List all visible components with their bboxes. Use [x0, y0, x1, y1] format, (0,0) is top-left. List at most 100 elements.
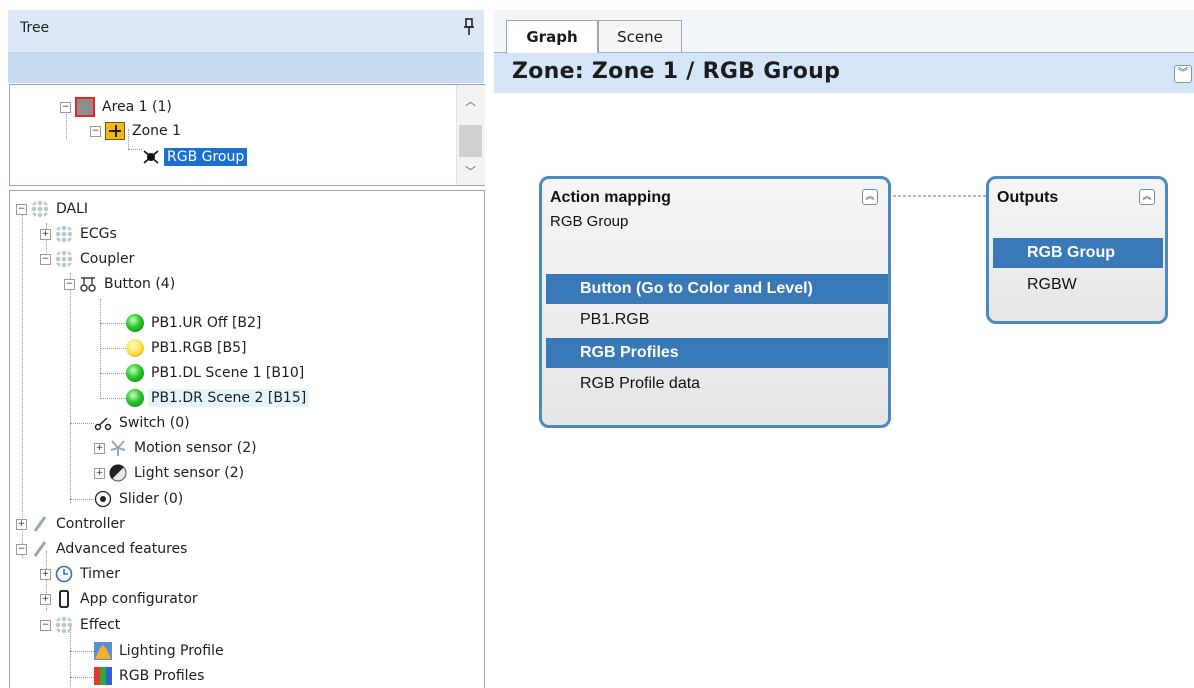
tree-item-pb1-ur-off[interactable]: PB1.UR Off [B2] — [126, 311, 264, 335]
expand-toggle-icon[interactable]: + — [94, 442, 105, 454]
green-led-icon — [126, 314, 144, 332]
lighting-profile-icon — [94, 642, 112, 660]
tree-item-coupler[interactable]: − Coupler — [40, 247, 137, 271]
effect-icon — [55, 616, 73, 634]
tree-item-label: Timer — [80, 566, 121, 582]
tree-panel: Tree − Area 1 (1) − Zone 1 RGB Group ︿ ﹀… — [8, 10, 485, 688]
tree-item-dali[interactable]: − DALI — [16, 197, 91, 221]
tree-item-label: RGB Group — [164, 148, 248, 166]
tree-item-app-configurator[interactable]: + App configurator — [40, 587, 201, 611]
tree-item-advanced-features[interactable]: − Advanced features — [16, 537, 190, 561]
zone-header: Zone: Zone 1 / RGB Group ︾ — [494, 53, 1194, 93]
clock-icon — [55, 565, 73, 583]
collapse-toggle-icon[interactable]: − — [40, 619, 51, 631]
tab-scene[interactable]: Scene — [598, 20, 682, 52]
collapse-toggle-icon[interactable]: − — [40, 253, 51, 265]
controller-icon — [33, 541, 47, 557]
tree-panel-title: Tree — [20, 20, 50, 36]
expand-toggle-icon[interactable]: + — [40, 228, 51, 240]
tree-item-label: Area 1 (1) — [102, 99, 172, 115]
dali-icon — [31, 200, 49, 218]
expand-toggle-icon[interactable]: + — [94, 467, 105, 479]
tree-item-label: Advanced features — [56, 541, 188, 557]
scroll-down-icon[interactable]: ﹀ — [465, 163, 476, 179]
mapping-row[interactable]: RGB Profiles — [546, 338, 888, 368]
controller-icon — [33, 516, 47, 532]
tree-item-pb1-dr-scene-2[interactable]: PB1.DR Scene 2 [B15] — [126, 386, 310, 410]
card-title: Action mapping — [550, 189, 671, 206]
tree-item-switch[interactable]: Switch (0) — [94, 411, 193, 435]
tree-item-timer[interactable]: + Timer — [40, 562, 123, 586]
tree-item-pb1-rgb[interactable]: PB1.RGB [B5] — [126, 336, 249, 360]
tree-item-light-sensor[interactable]: + Light sensor (2) — [94, 461, 247, 485]
page-title: Zone: Zone 1 / RGB Group — [512, 59, 841, 84]
area-icon — [75, 97, 95, 117]
chevron-double-down-icon[interactable]: ︾ — [1174, 65, 1192, 83]
expand-toggle-icon[interactable]: + — [40, 593, 51, 605]
chevron-double-up-icon[interactable]: ︽ — [862, 189, 878, 205]
button-icon — [80, 277, 96, 292]
scrollbar-thumb[interactable] — [459, 125, 482, 157]
expand-toggle-icon[interactable]: + — [40, 568, 51, 580]
tree-item-label: Motion sensor (2) — [134, 440, 257, 456]
vertical-scrollbar[interactable]: ︿ ﹀ — [456, 85, 485, 185]
tree-item-rgb-group[interactable]: RGB Group — [142, 145, 248, 169]
phone-icon — [59, 590, 69, 608]
card-title: Outputs — [997, 189, 1059, 206]
zone-icon — [105, 122, 125, 140]
tree-item-slider[interactable]: Slider (0) — [94, 487, 186, 511]
collapse-toggle-icon[interactable]: − — [16, 543, 27, 555]
tree-item-label: Light sensor (2) — [134, 465, 245, 481]
collapse-toggle-icon[interactable]: − — [90, 125, 101, 137]
light-sensor-icon — [109, 464, 127, 482]
output-row[interactable]: RGBW — [993, 270, 1163, 300]
tree-item-ecgs[interactable]: + ECGs — [40, 222, 120, 246]
mapping-row[interactable]: PB1.RGB — [546, 305, 888, 335]
tree-item-label: PB1.DR Scene 2 [B15] — [148, 389, 310, 407]
connection-line — [888, 195, 988, 197]
yellow-led-icon — [126, 339, 144, 357]
tree-item-motion-sensor[interactable]: + Motion sensor (2) — [94, 436, 260, 460]
chevron-double-up-icon[interactable]: ︽ — [1139, 189, 1155, 205]
tree-item-label: RGB Profiles — [119, 668, 205, 684]
tree-item-controller[interactable]: + Controller — [16, 512, 128, 536]
collapse-toggle-icon[interactable]: − — [64, 278, 75, 290]
tree-item-effect[interactable]: − Effect — [40, 613, 123, 637]
expand-toggle-icon[interactable]: + — [16, 518, 27, 530]
tree-item-label: Lighting Profile — [119, 643, 224, 659]
tree-item-zone-1[interactable]: − Zone 1 — [90, 119, 184, 143]
dali-icon — [55, 225, 73, 243]
graph-panel: Graph Scene Zone: Zone 1 / RGB Group ︾ A… — [494, 10, 1194, 677]
output-row[interactable]: RGB Group — [993, 238, 1163, 268]
tree-item-label: Coupler — [80, 251, 135, 267]
mapping-row[interactable]: Button (Go to Color and Level) — [546, 274, 888, 304]
card-subtitle: RGB Group — [550, 213, 629, 230]
tree-item-label: Zone 1 — [132, 123, 181, 139]
green-led-icon — [126, 364, 144, 382]
collapse-toggle-icon[interactable]: − — [16, 203, 27, 215]
motion-sensor-icon — [110, 440, 126, 456]
action-mapping-card[interactable]: Action mapping RGB Group ︽ Button (Go to… — [539, 176, 891, 428]
tree-item-lighting-profile[interactable]: Lighting Profile — [94, 639, 227, 663]
collapse-toggle-icon[interactable]: − — [60, 101, 71, 113]
green-led-icon — [126, 389, 144, 407]
pin-icon[interactable] — [462, 18, 476, 36]
tree-item-label: DALI — [56, 201, 89, 217]
tree-item-rgb-profiles[interactable]: RGB Profiles — [94, 664, 207, 688]
tree-item-button[interactable]: − Button (4) — [64, 272, 178, 296]
tab-graph[interactable]: Graph — [506, 20, 598, 53]
tree-item-area-1[interactable]: − Area 1 (1) — [60, 95, 175, 119]
tree-item-pb1-dl-scene-1[interactable]: PB1.DL Scene 1 [B10] — [126, 361, 307, 385]
tree-item-label: Switch (0) — [119, 415, 190, 431]
tree-item-label: PB1.DL Scene 1 [B10] — [151, 365, 305, 381]
tree-item-label: PB1.UR Off [B2] — [151, 315, 262, 331]
location-tree: − Area 1 (1) − Zone 1 RGB Group ︿ ﹀ — [9, 84, 485, 186]
tree-item-label: Button (4) — [104, 276, 176, 292]
tree-item-label: ECGs — [80, 226, 117, 242]
scroll-up-icon[interactable]: ︿ — [465, 93, 476, 109]
mapping-row[interactable]: RGB Profile data — [546, 369, 888, 399]
tree-item-label: Effect — [80, 617, 121, 633]
tree-item-label: PB1.RGB [B5] — [151, 340, 247, 356]
tree-toolbar-strip — [8, 53, 484, 83]
outputs-card[interactable]: Outputs ︽ RGB Group RGBW — [986, 176, 1168, 324]
